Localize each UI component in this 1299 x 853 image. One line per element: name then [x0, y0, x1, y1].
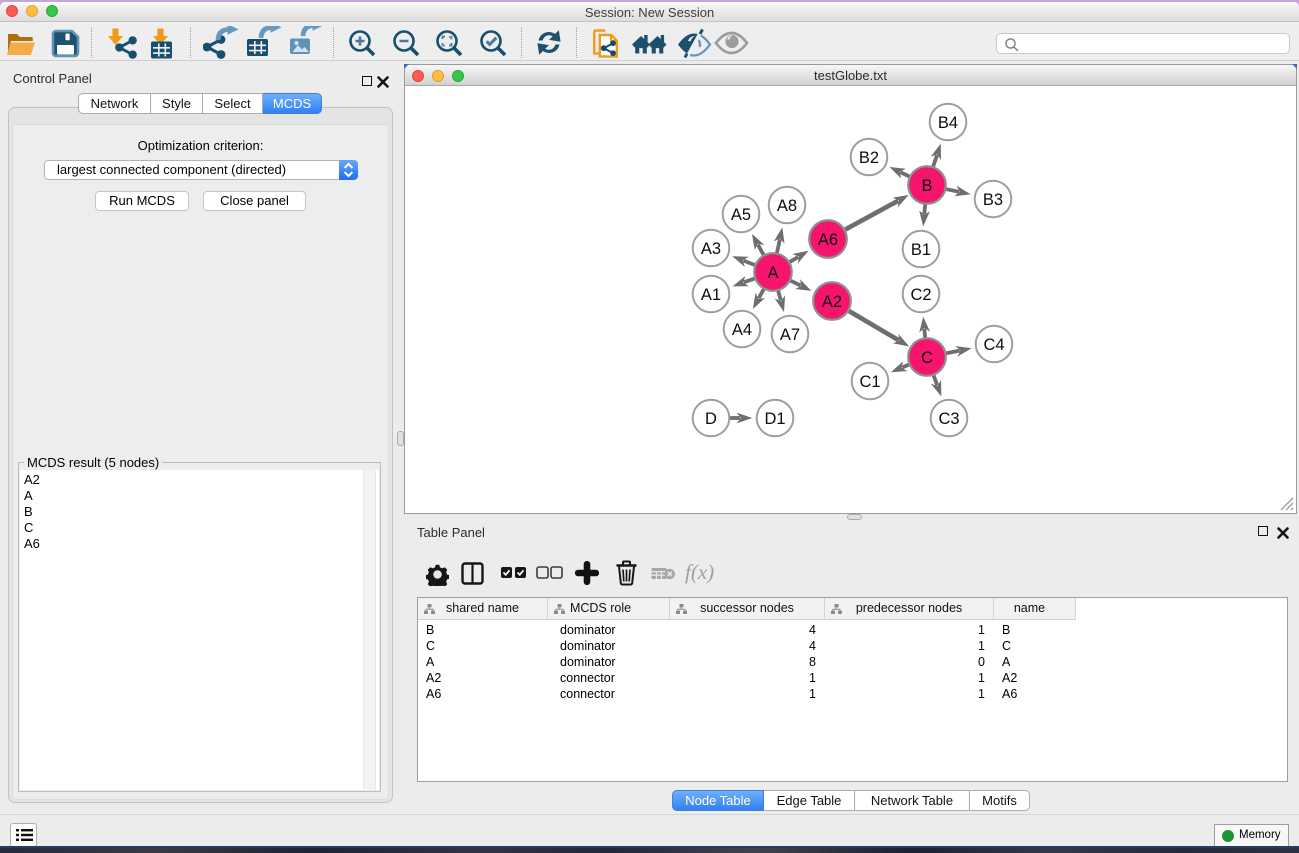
svg-text:A3: A3 — [701, 240, 721, 258]
svg-text:A2: A2 — [822, 293, 842, 311]
svg-text:B2: B2 — [859, 149, 879, 167]
svg-text:A: A — [767, 264, 778, 282]
svg-text:B1: B1 — [911, 241, 931, 259]
svg-text:C2: C2 — [910, 286, 931, 304]
svg-text:C3: C3 — [938, 410, 959, 428]
svg-text:A4: A4 — [732, 321, 752, 339]
svg-text:D1: D1 — [764, 410, 785, 428]
svg-text:C4: C4 — [983, 336, 1004, 354]
svg-text:C: C — [921, 349, 933, 367]
svg-text:B3: B3 — [983, 191, 1003, 209]
svg-text:B4: B4 — [938, 114, 958, 132]
svg-text:D: D — [705, 410, 717, 428]
svg-text:C1: C1 — [859, 373, 880, 391]
svg-text:A1: A1 — [701, 286, 721, 304]
svg-text:B: B — [921, 177, 932, 195]
svg-text:A5: A5 — [731, 206, 751, 224]
svg-text:A7: A7 — [780, 326, 800, 344]
svg-text:A6: A6 — [818, 231, 838, 249]
svg-text:A8: A8 — [777, 197, 797, 215]
